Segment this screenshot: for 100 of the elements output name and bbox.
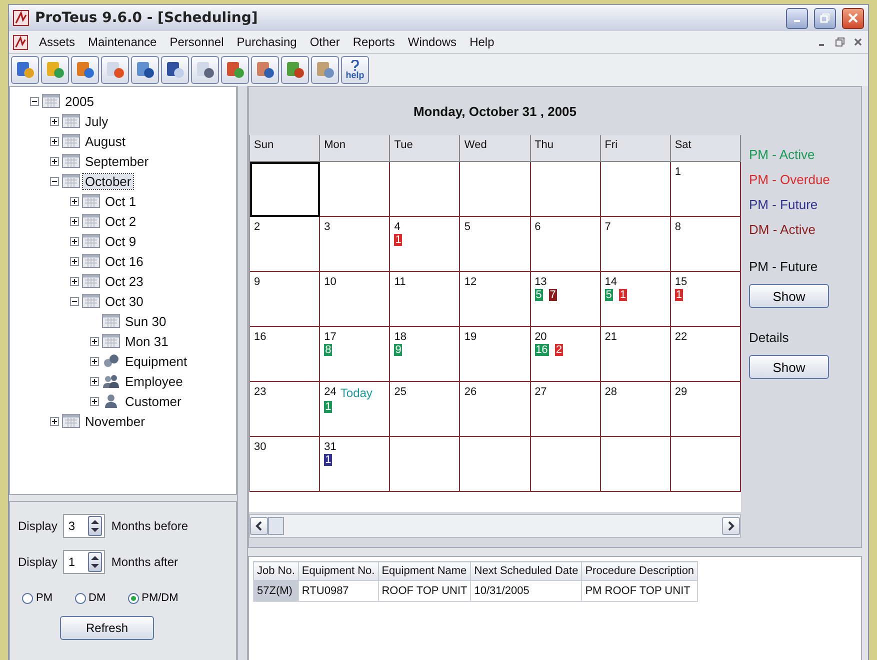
restore-button[interactable] — [814, 8, 836, 28]
menu-item[interactable]: Maintenance — [86, 35, 159, 49]
day-cell[interactable]: 4 1 — [390, 217, 460, 272]
tree-item[interactable]: Oct 16 — [103, 254, 146, 268]
toolbar-button[interactable] — [311, 56, 339, 84]
count-badge[interactable]: 9 — [394, 344, 402, 356]
value-input[interactable]: 1 — [68, 555, 88, 569]
count-badge[interactable]: 1 — [324, 401, 332, 413]
day-cell[interactable]: 26 — [460, 382, 531, 437]
count-badge[interactable]: 1 — [618, 289, 627, 301]
day-cell[interactable]: 28 — [600, 382, 671, 437]
spinner-field[interactable]: 3 — [63, 514, 106, 538]
toolbar-button[interactable] — [281, 56, 309, 84]
spinner-field[interactable]: 1 — [63, 550, 106, 574]
restore-button[interactable] — [834, 36, 846, 48]
day-cell[interactable]: 19 — [460, 327, 531, 382]
collapse-icon[interactable] — [70, 296, 79, 306]
tree-item[interactable]: November — [83, 414, 147, 428]
tree-item[interactable]: July — [83, 114, 110, 128]
help-button[interactable]: help — [341, 56, 369, 84]
day-cell[interactable]: 13 5 7 — [530, 272, 601, 327]
count-badge[interactable]: 5 — [534, 289, 543, 301]
toolbar-button[interactable] — [71, 56, 99, 84]
day-cell[interactable]: 12 — [460, 272, 531, 327]
tree-item[interactable]: 2005 — [63, 94, 96, 108]
expand-icon[interactable] — [50, 416, 59, 426]
menu-item[interactable]: Reports — [350, 35, 397, 49]
tree-item[interactable]: Mon 31 — [123, 334, 170, 348]
toolbar-button[interactable] — [131, 56, 159, 84]
column-header[interactable]: Next Scheduled Date — [470, 562, 582, 580]
scroll-left-button[interactable] — [250, 517, 268, 535]
count-badge[interactable]: 1 — [324, 454, 332, 466]
expand-icon[interactable] — [70, 236, 79, 246]
day-cell[interactable]: 15 1 — [670, 272, 741, 327]
day-cell[interactable] — [250, 162, 320, 217]
expand-icon[interactable] — [70, 196, 79, 206]
expand-icon[interactable] — [70, 276, 79, 286]
toolbar-button[interactable] — [221, 56, 249, 84]
day-cell[interactable] — [600, 162, 671, 217]
day-cell[interactable]: 22 — [670, 327, 741, 382]
menu-item[interactable]: Assets — [37, 35, 78, 49]
tree-item[interactable]: September — [83, 154, 151, 168]
column-header[interactable]: Procedure Description — [582, 562, 698, 580]
expand-icon[interactable] — [90, 336, 99, 346]
column-header[interactable]: Job No. — [254, 562, 298, 580]
day-cell[interactable]: 3 — [320, 217, 390, 272]
day-cell[interactable]: 29 — [670, 382, 741, 437]
day-cell[interactable]: 11 — [390, 272, 460, 327]
minimize-button[interactable] — [786, 8, 808, 28]
menu-item[interactable]: Personnel — [168, 35, 226, 49]
tree-item[interactable]: October — [83, 174, 134, 188]
toolbar-button[interactable] — [101, 56, 129, 84]
count-badge[interactable]: 8 — [324, 344, 332, 356]
count-badge[interactable]: 1 — [394, 234, 402, 246]
radio-option[interactable]: DM — [74, 592, 106, 604]
toolbar-button[interactable] — [251, 56, 279, 84]
show-button[interactable]: Show — [749, 284, 829, 308]
day-cell[interactable] — [320, 162, 390, 217]
day-cell[interactable]: 23 — [250, 382, 320, 437]
horizontal-scrollbar[interactable] — [249, 514, 741, 538]
menu-item[interactable]: Help — [468, 35, 496, 49]
tree-item[interactable]: Oct 1 — [103, 194, 138, 208]
day-cell[interactable]: 16 — [250, 327, 320, 382]
menu-item[interactable]: Other — [308, 35, 342, 49]
day-cell[interactable] — [390, 162, 460, 217]
day-cell[interactable]: 24 Today 1 — [320, 382, 390, 437]
scroll-right-button[interactable] — [722, 517, 740, 535]
scroll-thumb[interactable] — [268, 517, 284, 535]
tree-item[interactable]: Sun 30 — [123, 314, 168, 328]
day-cell[interactable]: 9 — [250, 272, 320, 327]
menu-item[interactable]: Purchasing — [234, 35, 299, 49]
tree-item[interactable]: Oct 30 — [103, 294, 146, 308]
toolbar-button[interactable] — [41, 56, 69, 84]
toolbar-button[interactable] — [191, 56, 219, 84]
value-input[interactable]: 3 — [68, 519, 88, 533]
close-button[interactable] — [852, 36, 864, 48]
count-badge[interactable]: 1 — [674, 289, 683, 301]
column-header[interactable]: Equipment No. — [298, 562, 378, 580]
day-cell[interactable]: 25 — [390, 382, 460, 437]
day-cell[interactable]: 1 — [670, 162, 741, 217]
day-cell[interactable]: 17 8 — [320, 327, 390, 382]
day-cell[interactable]: 7 — [600, 217, 671, 272]
refresh-button[interactable]: Refresh — [60, 616, 154, 640]
collapse-icon[interactable] — [30, 96, 39, 106]
tree-item[interactable]: Oct 9 — [103, 234, 138, 248]
expand-icon[interactable] — [70, 216, 79, 226]
tree-item[interactable]: Oct 23 — [103, 274, 146, 288]
close-button[interactable] — [842, 8, 864, 28]
count-badge[interactable]: 7 — [548, 289, 557, 301]
expand-icon[interactable] — [90, 376, 99, 386]
day-cell[interactable]: 5 — [460, 217, 531, 272]
toolbar-button[interactable] — [161, 56, 189, 84]
day-cell[interactable]: 6 — [530, 217, 601, 272]
collapse-icon[interactable] — [50, 176, 59, 186]
expand-icon[interactable] — [90, 396, 99, 406]
count-badge[interactable]: 16 — [534, 344, 549, 356]
expand-icon[interactable] — [90, 356, 99, 366]
day-cell[interactable]: 2 — [250, 217, 320, 272]
spin-button[interactable] — [88, 552, 102, 572]
tree-item[interactable]: Employee — [123, 374, 185, 388]
